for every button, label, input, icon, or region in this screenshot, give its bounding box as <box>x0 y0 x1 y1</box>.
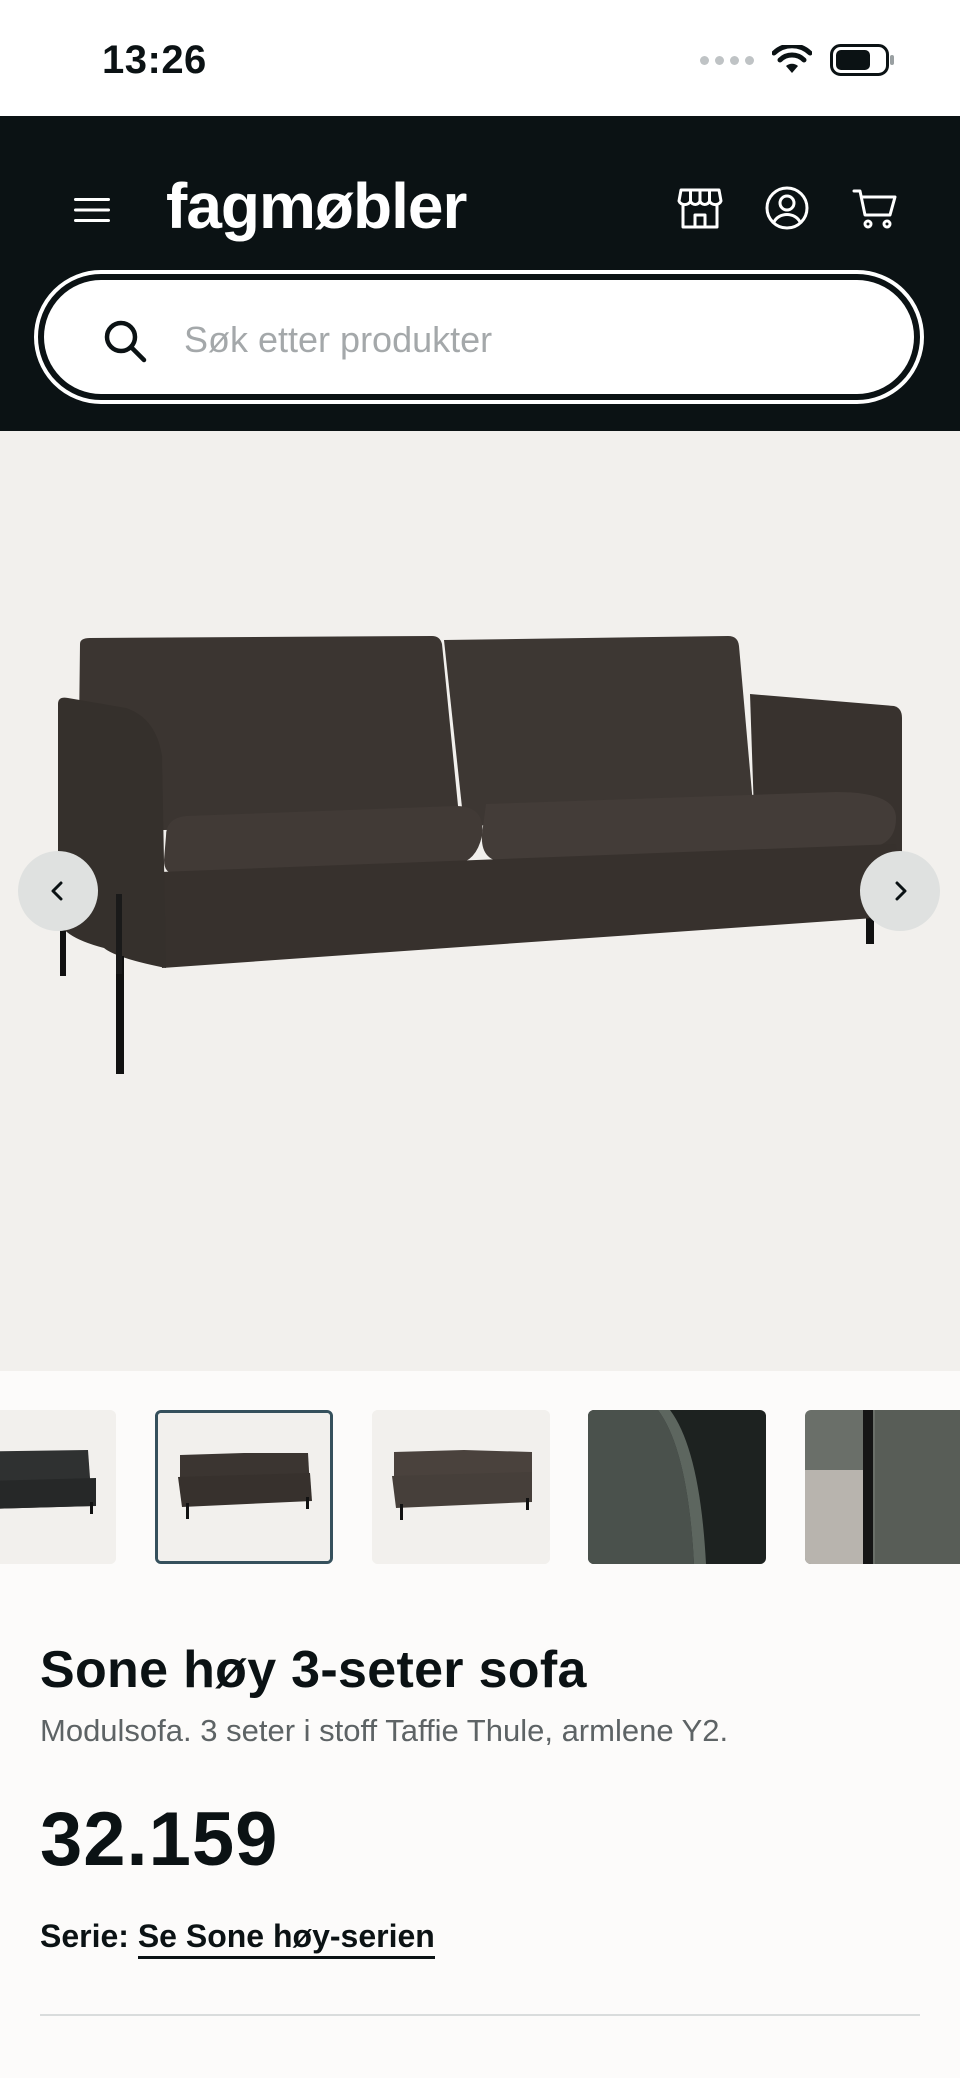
series-link[interactable]: Se Sone høy-serien <box>137 1918 435 1959</box>
status-icons <box>700 44 896 76</box>
status-bar: 13:26 <box>0 0 960 116</box>
thumbnail-4[interactable] <box>588 1410 766 1564</box>
product-description: Modulsofa. 3 seter i stoff Taffie Thule,… <box>40 1713 729 1748</box>
battery-icon <box>830 44 894 76</box>
product-title: Sone høy 3-seter sofa <box>40 1641 587 1699</box>
store-button[interactable] <box>676 184 724 232</box>
thumbnail-1[interactable] <box>0 1410 116 1564</box>
thumbnail-strip <box>0 1410 960 1564</box>
divider <box>40 2014 920 2016</box>
series-label: Serie: <box>40 1918 129 1954</box>
product-price: 32.159 <box>40 1797 279 1882</box>
search-icon <box>104 320 147 363</box>
series-row: Serie: Se Sone høy-serien <box>40 1918 435 1959</box>
gallery-next-button[interactable] <box>860 851 940 931</box>
thumbnail-5[interactable] <box>805 1410 960 1564</box>
gallery-prev-button[interactable] <box>18 851 98 931</box>
search-box[interactable] <box>44 280 914 394</box>
cart-icon <box>852 189 897 229</box>
search-input[interactable] <box>184 300 864 380</box>
status-time: 13:26 <box>102 38 207 82</box>
chevron-left-icon <box>51 881 63 901</box>
store-icon <box>677 188 723 229</box>
logo[interactable]: fagmøbler <box>166 170 467 242</box>
hamburger-menu-icon <box>74 198 110 222</box>
search-bar <box>34 270 924 404</box>
cellular-signal-icon <box>700 55 754 65</box>
thumbnail-2[interactable] <box>155 1410 333 1564</box>
thumbnail-3[interactable] <box>372 1410 550 1564</box>
account-button[interactable] <box>763 184 811 232</box>
chevron-right-icon <box>895 881 907 901</box>
account-icon <box>765 186 809 230</box>
menu-button[interactable] <box>72 190 112 230</box>
product-image-gallery[interactable] <box>0 431 960 1371</box>
product-image-sofa <box>58 636 902 1074</box>
wifi-icon <box>772 45 812 73</box>
cart-button[interactable] <box>851 184 899 232</box>
